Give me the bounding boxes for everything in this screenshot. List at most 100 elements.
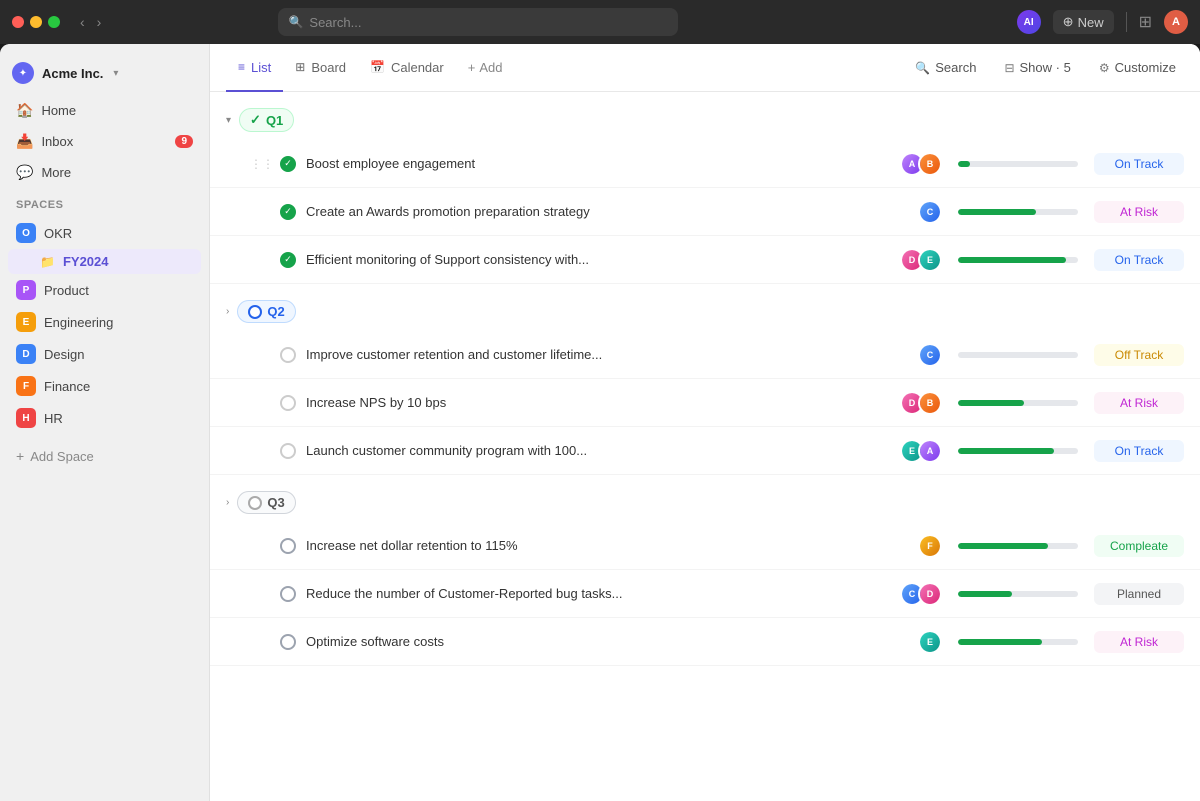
avatar: A	[918, 439, 942, 463]
hr-icon: H	[16, 408, 36, 428]
group-label: Q1	[266, 113, 283, 128]
task-status-icon[interactable]	[280, 538, 296, 554]
board-icon: ⊞	[295, 60, 305, 74]
tab-list[interactable]: ≡ List	[226, 45, 283, 92]
sidebar-nav: 🏠 Home 📥 Inbox 9 💬 More	[0, 96, 209, 187]
sidebar-item-label: Design	[44, 347, 84, 362]
tab-calendar[interactable]: 📅 Calendar	[358, 45, 456, 92]
chevron-right-icon[interactable]: ›	[226, 306, 229, 317]
customize-action[interactable]: ⚙ Customize	[1091, 56, 1184, 79]
finance-icon: F	[16, 376, 36, 396]
sidebar: ✦ Acme Inc. ▾ 🏠 Home 📥 Inbox 9 💬 More Sp…	[0, 44, 210, 801]
global-search-bar[interactable]: 🔍 Search...	[278, 8, 678, 36]
plus-icon: ⊕	[1063, 14, 1074, 30]
group-q3-header[interactable]: › Q3	[210, 475, 1200, 522]
show-action[interactable]: ⊟ Show · 5	[996, 56, 1078, 79]
workspace-name: Acme Inc.	[42, 66, 103, 81]
status-badge[interactable]: At Risk	[1094, 631, 1184, 653]
table-row[interactable]: ⋮⋮ ✓ Create an Awards promotion preparat…	[210, 188, 1200, 236]
search-placeholder: Search...	[309, 15, 361, 30]
task-status-icon[interactable]	[280, 347, 296, 363]
workspace-header[interactable]: ✦ Acme Inc. ▾	[0, 56, 209, 96]
sidebar-item-label: Home	[41, 103, 76, 118]
task-status-icon[interactable]: ✓	[280, 204, 296, 220]
status-badge[interactable]: On Track	[1094, 153, 1184, 175]
assignee-avatars: E A	[900, 439, 942, 463]
table-row[interactable]: ⋮⋮ Reduce the number of Customer-Reporte…	[210, 570, 1200, 618]
status-badge[interactable]: Compleate	[1094, 535, 1184, 557]
back-button[interactable]: ‹	[76, 12, 89, 32]
status-badge[interactable]: At Risk	[1094, 201, 1184, 223]
progress-bar	[958, 448, 1078, 454]
sidebar-item-label: More	[41, 165, 71, 180]
forward-button[interactable]: ›	[93, 12, 106, 32]
tab-board[interactable]: ⊞ Board	[283, 45, 358, 92]
sidebar-item-design[interactable]: D Design	[8, 338, 201, 370]
sidebar-item-fy2024[interactable]: 📁 FY2024	[8, 249, 201, 274]
task-status-icon[interactable]	[280, 586, 296, 602]
group-q2-header[interactable]: › Q2	[210, 284, 1200, 331]
tab-add[interactable]: + Add	[456, 60, 515, 75]
spaces-section: Spaces O OKR 📁 FY2024 P Product E Engine…	[0, 187, 209, 438]
add-space-button[interactable]: + Add Space	[0, 442, 209, 470]
ai-badge[interactable]: AI	[1017, 10, 1041, 34]
circle-icon	[248, 305, 262, 319]
table-row[interactable]: ⋮⋮ ✓ Boost employee engagement A B On Tr…	[210, 140, 1200, 188]
top-tabs: ≡ List ⊞ Board 📅 Calendar + Add 🔍 Search	[210, 44, 1200, 92]
progress-fill	[958, 209, 1036, 215]
search-action[interactable]: 🔍 Search	[907, 56, 984, 79]
task-status-icon[interactable]	[280, 634, 296, 650]
new-button[interactable]: ⊕ New	[1053, 10, 1114, 34]
show-label: Show · 5	[1020, 60, 1071, 75]
show-icon: ⊟	[1004, 61, 1014, 75]
customize-label: Customize	[1115, 60, 1176, 75]
status-badge[interactable]: Off Track	[1094, 344, 1184, 366]
sidebar-item-label: HR	[44, 411, 63, 426]
user-avatar[interactable]: A	[1164, 10, 1188, 34]
titlebar: ‹ › 🔍 Search... AI ⊕ New ⊞ A	[0, 0, 1200, 44]
assignee-avatars: D B	[900, 391, 942, 415]
table-row[interactable]: ⋮⋮ Increase net dollar retention to 115%…	[210, 522, 1200, 570]
engineering-icon: E	[16, 312, 36, 332]
maximize-button[interactable]	[48, 16, 60, 28]
spaces-label: Spaces	[8, 199, 201, 217]
drag-handle-icon[interactable]: ⋮⋮	[250, 157, 274, 171]
sidebar-item-inbox[interactable]: 📥 Inbox 9	[8, 127, 201, 156]
task-name: Boost employee engagement	[306, 156, 900, 171]
task-status-icon[interactable]: ✓	[280, 252, 296, 268]
sidebar-item-engineering[interactable]: E Engineering	[8, 306, 201, 338]
sidebar-item-hr[interactable]: H HR	[8, 402, 201, 434]
task-status-icon[interactable]: ✓	[280, 156, 296, 172]
close-button[interactable]	[12, 16, 24, 28]
task-status-icon[interactable]	[280, 443, 296, 459]
sidebar-item-more[interactable]: 💬 More	[8, 158, 201, 187]
task-status-icon[interactable]	[280, 395, 296, 411]
status-badge[interactable]: On Track	[1094, 440, 1184, 462]
sidebar-item-okr[interactable]: O OKR	[8, 217, 201, 249]
grid-icon[interactable]: ⊞	[1139, 12, 1152, 32]
inbox-icon: 📥	[16, 133, 33, 150]
minimize-button[interactable]	[30, 16, 42, 28]
table-row[interactable]: ⋮⋮ Improve customer retention and custom…	[210, 331, 1200, 379]
chevron-down-icon[interactable]: ▾	[226, 115, 231, 126]
inbox-badge: 9	[175, 135, 193, 148]
group-label: Q3	[267, 495, 284, 510]
task-name: Improve customer retention and customer …	[306, 347, 918, 362]
sidebar-item-home[interactable]: 🏠 Home	[8, 96, 201, 125]
sidebar-item-product[interactable]: P Product	[8, 274, 201, 306]
progress-fill	[958, 448, 1054, 454]
table-row[interactable]: ⋮⋮ ✓ Efficient monitoring of Support con…	[210, 236, 1200, 284]
progress-fill	[958, 161, 970, 167]
status-badge[interactable]: On Track	[1094, 249, 1184, 271]
tab-label: Board	[311, 60, 346, 75]
status-badge[interactable]: At Risk	[1094, 392, 1184, 414]
group-q1-header[interactable]: ▾ ✓ Q1	[210, 92, 1200, 140]
table-row[interactable]: ⋮⋮ Launch customer community program wit…	[210, 427, 1200, 475]
okr-icon: O	[16, 223, 36, 243]
status-badge[interactable]: Planned	[1094, 583, 1184, 605]
sidebar-item-finance[interactable]: F Finance	[8, 370, 201, 402]
chevron-right-icon[interactable]: ›	[226, 497, 229, 508]
table-row[interactable]: ⋮⋮ Optimize software costs E At Risk	[210, 618, 1200, 666]
add-space-label: Add Space	[30, 449, 94, 464]
table-row[interactable]: ⋮⋮ Increase NPS by 10 bps D B At Risk	[210, 379, 1200, 427]
